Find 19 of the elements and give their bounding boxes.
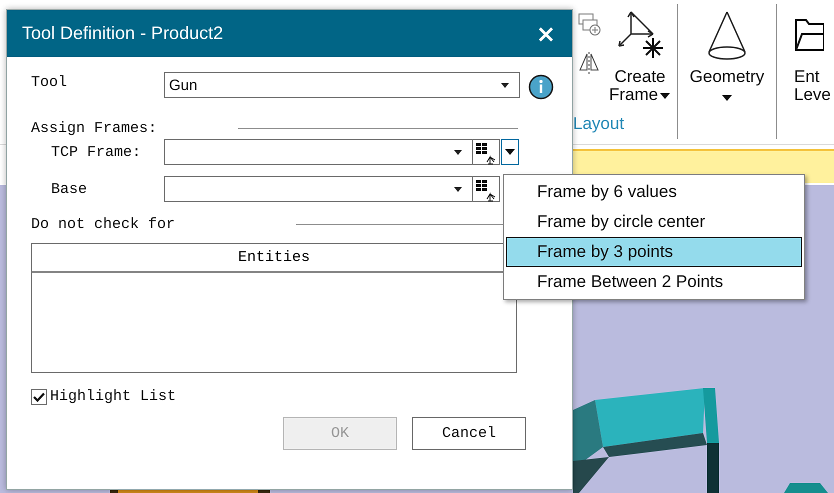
checkbox-label: Highlight List (50, 388, 176, 405)
dialog-button[interactable]: Cancel (412, 417, 526, 450)
ribbon-button[interactable]: Create Frame (603, 10, 677, 104)
section-heading: Assign Frames: (31, 120, 158, 136)
menu-item[interactable]: Frame by 6 values (506, 177, 802, 207)
menu-item[interactable]: Frame Between 2 Points (506, 267, 802, 297)
field-label: TCP Frame: (50, 144, 142, 160)
field-label: Tool (31, 74, 68, 90)
menu-item[interactable]: Frame by 3 points (506, 237, 802, 267)
menu-item[interactable]: Frame by circle center (506, 207, 802, 237)
group-label: Layout (573, 114, 624, 134)
ribbon-button[interactable]: Geometry (678, 10, 776, 106)
section-heading: Do not check for (31, 216, 176, 232)
ribbon-button[interactable]: Ent Leve (794, 10, 834, 104)
column-header: Entities (236, 248, 311, 268)
close-button[interactable]: × (530, 20, 562, 48)
tool-dropdown[interactable]: Gun (164, 72, 520, 98)
window-title: Tool Definition - Product2 (22, 23, 224, 44)
field-label: Base (50, 180, 88, 198)
